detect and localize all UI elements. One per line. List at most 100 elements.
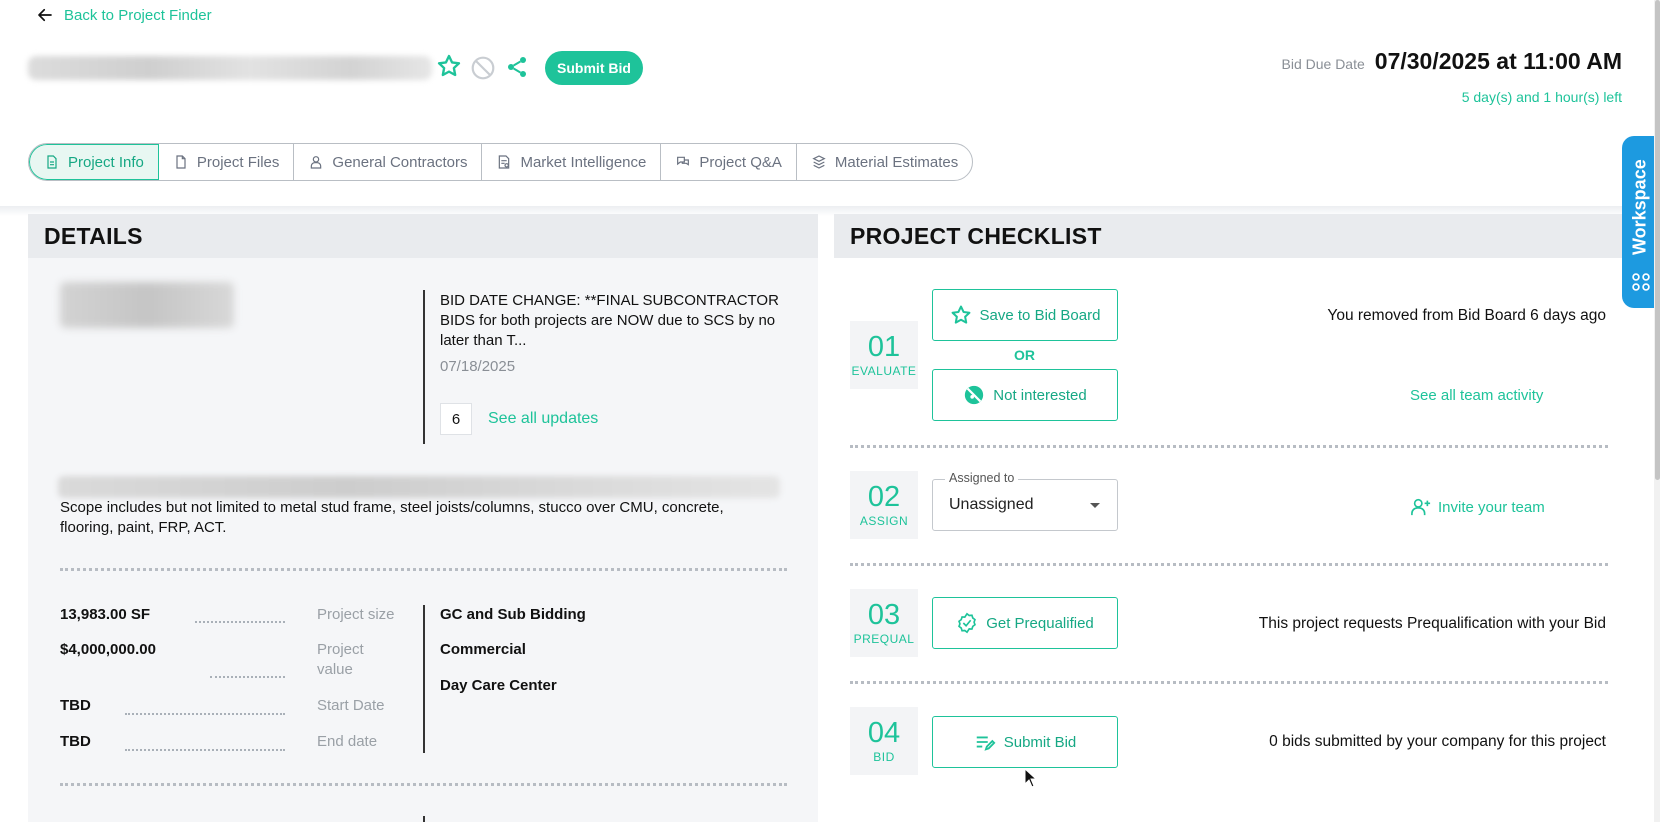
button-label: Not interested [993, 386, 1087, 404]
back-link[interactable]: Back to Project Finder [36, 6, 212, 24]
tab-bar: Project Info Project Files General Contr… [28, 143, 974, 181]
dotted-divider [850, 563, 1608, 566]
see-team-activity-link[interactable]: See all team activity [1410, 387, 1543, 404]
see-all-updates-link[interactable]: See all updates [488, 410, 598, 428]
not-interested-icon [965, 385, 984, 405]
bid-due-date: Bid Due Date 07/30/2025 at 11:00 AM [1282, 48, 1623, 75]
bid-due-value: 07/30/2025 at 11:00 AM [1374, 48, 1622, 74]
not-interested-button[interactable]: Not interested [932, 369, 1118, 421]
start-date-label: Start Date [317, 697, 385, 714]
tab-label: Project Q&A [699, 153, 782, 171]
apps-icon [1632, 273, 1650, 291]
step-number: 02 [867, 481, 901, 513]
end-date-label: End date [317, 733, 378, 750]
project-title-redacted [28, 56, 432, 80]
tab-project-info[interactable]: Project Info [29, 144, 159, 180]
dotted-divider [60, 568, 787, 571]
scope-text: Scope includes but not limited to metal … [60, 499, 724, 536]
get-prequalified-button[interactable]: Get Prequalified [932, 597, 1118, 649]
tab-label: Project Info [68, 153, 144, 171]
share-icon[interactable] [505, 55, 529, 79]
bidding-type: GC and Sub Bidding [440, 606, 586, 623]
project-value-value: $4,000,000.00 [60, 641, 156, 658]
or-separator: OR [1014, 347, 1035, 363]
prequal-requirement-text: This project requests Prequalification w… [1258, 615, 1606, 632]
assigned-to-select[interactable]: Assigned to Unassigned [932, 471, 1118, 531]
end-date-value: TBD [60, 733, 91, 750]
person-icon [311, 156, 322, 169]
divider [423, 290, 425, 444]
project-size-value: 13,983.00 SF [60, 606, 151, 623]
star-icon [951, 305, 970, 324]
bid-board-status: You removed from Bid Board 6 days ago [1327, 307, 1606, 324]
divider [423, 816, 425, 822]
dotted-leader [125, 749, 285, 751]
dotted-divider [850, 445, 1608, 448]
time-left: 5 day(s) and 1 hour(s) left [1461, 89, 1622, 105]
tab-project-qa[interactable]: Project Q&A [661, 144, 797, 180]
details-heading: DETAILS [44, 222, 143, 249]
latest-update-date: 07/18/2025 [440, 358, 516, 375]
edit-list-icon [976, 736, 996, 751]
tab-general-contractors[interactable]: General Contractors [294, 144, 483, 180]
dotted-divider [60, 783, 787, 786]
step-label: BID [873, 750, 895, 764]
scope-title-redacted [58, 476, 780, 498]
step-evaluate-badge: 01 EVALUATE [850, 321, 918, 389]
dotted-leader [125, 713, 285, 715]
verified-check-icon [958, 612, 977, 634]
estimate-icon [812, 155, 826, 169]
project-sector: Commercial [440, 641, 526, 658]
step-assign-badge: 02 ASSIGN [850, 471, 918, 539]
update-count-badge: 6 [440, 403, 472, 435]
checklist-heading: PROJECT CHECKLIST [850, 222, 1102, 249]
report-icon [499, 155, 510, 169]
step-label: PREQUAL [853, 632, 915, 646]
details-header: DETAILS [28, 214, 818, 258]
scrollbar-thumb[interactable] [1655, 0, 1660, 480]
step-number: 03 [867, 599, 901, 631]
tab-label: Market Intelligence [520, 153, 647, 171]
company-logo-redacted [60, 282, 234, 328]
tab-market-intelligence[interactable]: Market Intelligence [482, 144, 662, 180]
submit-bid-button[interactable]: Submit Bid [545, 51, 643, 85]
checklist-header: PROJECT CHECKLIST [834, 214, 1630, 258]
step-bid-badge: 04 BID [850, 707, 918, 775]
project-value-label: Project value [317, 641, 364, 678]
button-label: Save to Bid Board [979, 306, 1101, 324]
save-to-bid-board-button[interactable]: Save to Bid Board [932, 289, 1118, 341]
step-number: 01 [867, 331, 901, 363]
tab-label: Material Estimates [834, 153, 959, 171]
button-label: Get Prequalified [986, 614, 1094, 632]
star-icon[interactable] [436, 53, 462, 79]
start-date-value: TBD [60, 697, 91, 714]
divider [423, 605, 425, 753]
dotted-leader [210, 676, 285, 678]
caret-down-icon [1090, 503, 1100, 508]
submit-bid-checklist-button[interactable]: Submit Bid [932, 716, 1118, 768]
document-icon [47, 155, 57, 169]
invite-label: Invite your team [1438, 498, 1545, 516]
file-icon [176, 155, 186, 169]
step-prequal-badge: 03 PREQUAL [850, 589, 918, 657]
invite-team-link[interactable]: Invite your team [1410, 497, 1545, 517]
button-label: Submit Bid [1003, 733, 1077, 751]
bid-due-label: Bid Due Date [1281, 56, 1365, 72]
dotted-leader [195, 621, 285, 623]
step-label: ASSIGN [859, 514, 909, 528]
tab-project-files[interactable]: Project Files [159, 144, 295, 180]
not-interested-icon[interactable] [470, 55, 496, 81]
project-size-label: Project size [317, 606, 395, 623]
step-number: 04 [867, 717, 901, 749]
tab-label: Project Files [196, 153, 280, 171]
tab-material-estimates[interactable]: Material Estimates [797, 144, 972, 180]
mouse-cursor-icon [1024, 768, 1038, 788]
assigned-to-label: Assigned to [945, 471, 1019, 485]
bids-submitted-text: 0 bids submitted by your company for thi… [1269, 733, 1606, 750]
arrow-left-icon [38, 8, 52, 22]
workspace-label: Workspace [1629, 159, 1650, 255]
add-user-icon [1411, 498, 1431, 516]
project-category: Day Care Center [440, 677, 557, 694]
dotted-divider [850, 681, 1608, 684]
tab-label: General Contractors [332, 153, 468, 171]
